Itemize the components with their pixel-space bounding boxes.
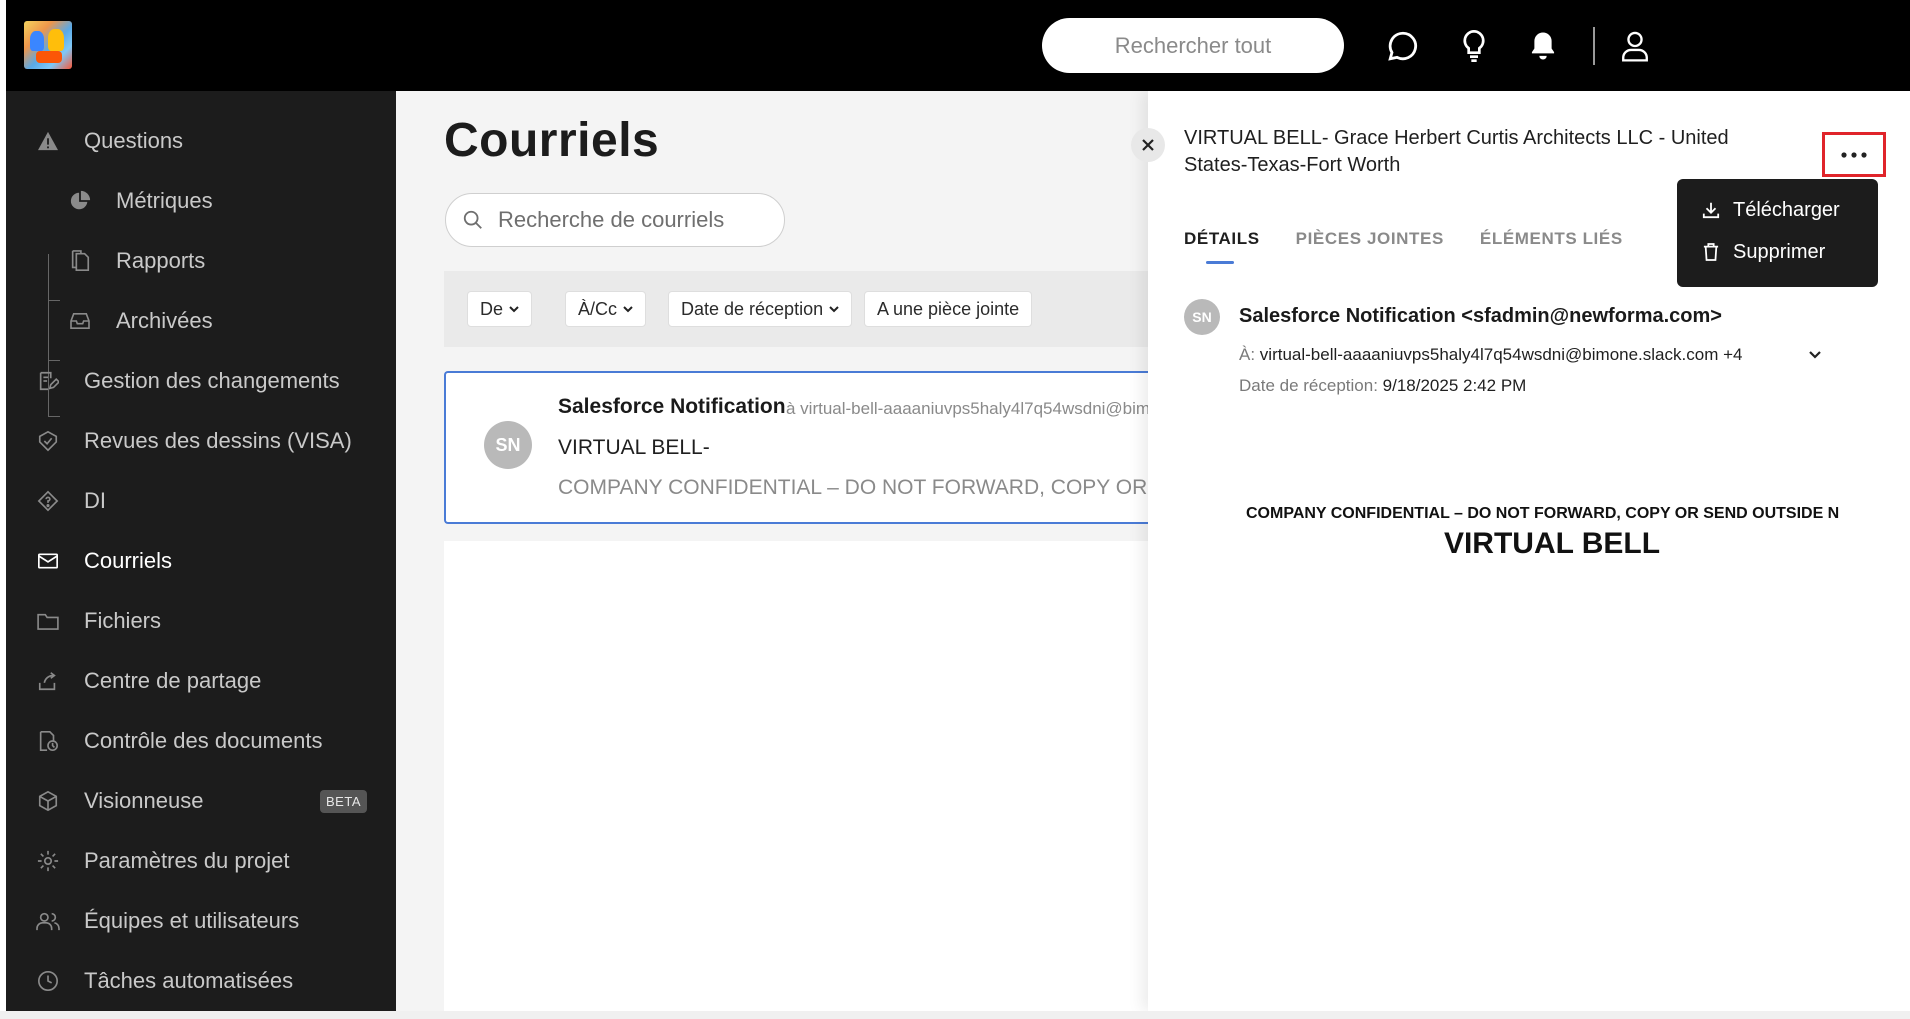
user-account-icon[interactable]	[1617, 26, 1653, 66]
sidebar-item-taches-automatisees[interactable]: Tâches automatisées	[6, 956, 396, 1006]
bell-icon[interactable]	[1525, 26, 1561, 66]
filter-date-received[interactable]: Date de réception	[668, 291, 853, 327]
tab-attachments[interactable]: PIÈCES JOINTES	[1296, 229, 1444, 249]
email-body-heading: VIRTUAL BELL	[1443, 527, 1661, 560]
edit-document-icon	[36, 369, 60, 393]
email-search-input[interactable]: Recherche de courriels	[445, 193, 785, 247]
pie-chart-icon	[68, 189, 92, 213]
filter-has-attachment[interactable]: A une pièce jointe	[864, 291, 1033, 327]
diamond-question-icon	[36, 489, 60, 513]
envelope-icon	[36, 549, 60, 573]
sidebar-item-centre-partage[interactable]: Centre de partage	[6, 656, 396, 706]
warning-icon	[36, 129, 60, 153]
sender-avatar: SN	[1184, 299, 1220, 335]
filter-to-cc[interactable]: À/Cc	[565, 291, 647, 327]
share-icon	[36, 669, 60, 693]
download-icon	[1701, 200, 1721, 220]
lightbulb-icon[interactable]	[1456, 26, 1492, 66]
email-body-confidential: COMPANY CONFIDENTIAL – DO NOT FORWARD, C…	[1246, 505, 1840, 522]
chevron-down-icon	[509, 306, 519, 313]
clock-icon	[36, 969, 60, 993]
search-icon	[462, 209, 484, 236]
sidebar-item-parametres-projet[interactable]: Paramètres du projet	[6, 836, 396, 886]
bottom-scroll-area	[0, 1011, 1910, 1019]
email-detail-title: VIRTUAL BELL- Grace Herbert Curtis Archi…	[1184, 127, 1729, 176]
inbox-archive-icon	[68, 309, 92, 333]
detail-sender: Salesforce Notification <sfadmin@newform…	[1239, 305, 1722, 327]
close-icon	[1142, 139, 1154, 151]
folder-icon	[36, 609, 60, 633]
sidebar: Questions Métriques Rapports Archivées G…	[6, 91, 396, 1011]
sidebar-item-archivees[interactable]: Archivées	[6, 296, 396, 346]
global-search-input[interactable]: Rechercher tout	[1042, 18, 1344, 73]
cube-icon	[36, 789, 60, 813]
sidebar-item-equipes-utilisateurs[interactable]: Équipes et utilisateurs	[6, 896, 396, 946]
menu-item-delete[interactable]: Supprimer	[1701, 237, 1825, 267]
sidebar-item-questions[interactable]: Questions	[6, 116, 396, 166]
email-list-item[interactable]: SN Salesforce Notification à virtual-bel…	[444, 371, 1164, 524]
page-title: Courriels	[444, 114, 660, 167]
chevron-down-icon	[1809, 351, 1821, 359]
sidebar-item-visionneuse[interactable]: Visionneuse BETA	[6, 776, 396, 826]
trash-icon	[1701, 242, 1721, 262]
project-logo[interactable]	[24, 21, 72, 69]
more-options-button[interactable]	[1822, 132, 1886, 177]
email-sender: Salesforce Notification	[558, 395, 786, 418]
beta-badge: BETA	[320, 790, 367, 813]
sidebar-item-di[interactable]: DI	[6, 476, 396, 526]
close-panel-button[interactable]	[1131, 128, 1165, 162]
main-content: Courriels Recherche de courriels De À/Cc…	[396, 91, 1164, 1011]
shield-check-icon	[36, 429, 60, 453]
sidebar-item-courriels[interactable]: Courriels	[6, 536, 396, 586]
sidebar-item-fichiers[interactable]: Fichiers	[6, 596, 396, 646]
chat-icon[interactable]	[1385, 26, 1421, 66]
topbar-divider	[1593, 27, 1595, 65]
document-icon	[68, 249, 92, 273]
email-list-empty-area	[444, 541, 1148, 1011]
email-recipient: à virtual-bell-aaaaniuvps5haly4l7q54wsdn…	[786, 399, 1164, 418]
sidebar-item-metriques[interactable]: Métriques	[6, 176, 396, 226]
more-horizontal-icon	[1841, 151, 1867, 158]
detail-recipients: À: virtual-bell-aaaaniuvps5haly4l7q54wsd…	[1239, 345, 1743, 364]
tab-details[interactable]: DÉTAILS	[1184, 229, 1260, 264]
more-options-menu: Télécharger Supprimer	[1677, 179, 1878, 287]
email-subject: VIRTUAL BELL-	[558, 436, 710, 459]
chevron-down-icon	[623, 306, 633, 313]
gear-icon	[36, 849, 60, 873]
filter-bar: De À/Cc Date de réception A une pièce jo…	[444, 271, 1148, 347]
menu-item-download[interactable]: Télécharger	[1701, 195, 1840, 225]
sidebar-item-revues-dessins[interactable]: Revues des dessins (VISA)	[6, 416, 396, 466]
detail-tabs: DÉTAILS PIÈCES JOINTES ÉLÉMENTS LIÉS	[1184, 229, 1623, 264]
sidebar-item-gestion-changements[interactable]: Gestion des changements	[6, 356, 396, 406]
filter-from[interactable]: De	[467, 291, 533, 327]
sidebar-item-controle-documents[interactable]: Contrôle des documents	[6, 716, 396, 766]
email-preview: COMPANY CONFIDENTIAL – DO NOT FORWARD, C…	[558, 476, 1164, 499]
email-body: COMPANY CONFIDENTIAL – DO NOT FORWARD, C…	[1246, 505, 1858, 561]
detail-date-received: Date de réception: 9/18/2025 2:42 PM	[1239, 376, 1527, 395]
tab-linked-items[interactable]: ÉLÉMENTS LIÉS	[1480, 229, 1623, 249]
avatar: SN	[484, 421, 532, 469]
users-icon	[36, 909, 60, 933]
expand-recipients-button[interactable]	[1808, 347, 1822, 365]
sidebar-item-rapports[interactable]: Rapports	[6, 236, 396, 286]
document-control-icon	[36, 729, 60, 753]
chevron-down-icon	[829, 306, 839, 313]
